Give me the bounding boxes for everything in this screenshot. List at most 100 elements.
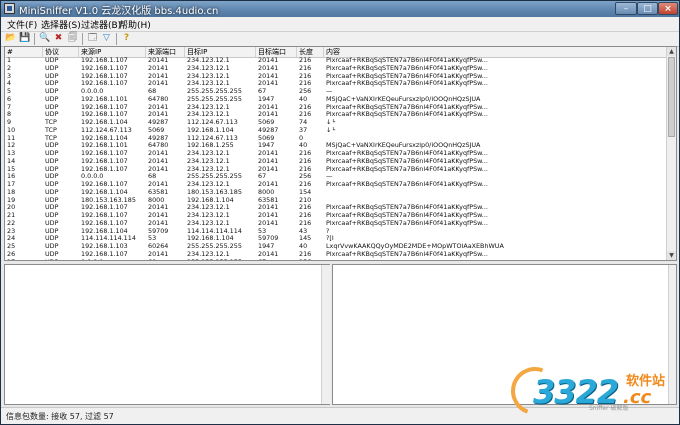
packet-list[interactable]: # 协议 来源IP 来源端口 目标IP 目标端口 长度 内容 1 UDP 192.1… [4, 46, 677, 261]
cell-index: 18 [7, 188, 16, 196]
cell-source-port: 60264 [148, 243, 169, 250]
table-row[interactable]: 8 UDP 192.168.1.107 20141 234.123.12.1 20141 2… [5, 111, 668, 119]
table-row[interactable]: 18 UDP 192.168.1.104 63581 180.153.163.185 80… [5, 189, 668, 197]
menu-help[interactable]: 帮助(H) [119, 18, 151, 31]
menu-filter[interactable]: 过滤器(B) [81, 18, 121, 31]
cell-length: 216 [299, 212, 312, 219]
cell-length: 216 [299, 150, 312, 157]
table-row[interactable]: 4 UDP 192.168.1.107 20141 234.123.12.1 20141 2… [5, 80, 668, 88]
filter-icon[interactable]: ▽ [101, 33, 112, 44]
table-row[interactable]: 6 UDP 192.168.1.101 64780 255.255.255.255 194… [5, 96, 668, 104]
table-row[interactable]: 2 UDP 192.168.1.107 20141 234.123.12.1 20141 2… [5, 65, 668, 73]
cell-source-port: 59709 [148, 227, 169, 235]
minimize-button[interactable]: – [615, 2, 637, 15]
clear-icon[interactable]: 🗐 [67, 33, 78, 44]
stop-capture-icon[interactable]: ✖ [53, 33, 64, 44]
help-icon[interactable]: ? [121, 33, 132, 44]
cell-protocol: UDP [45, 142, 59, 150]
save-icon[interactable]: 💾 [19, 33, 30, 44]
table-row[interactable]: 24 UDP 114.114.114.114 53 192.168.1.104 59709… [5, 235, 668, 243]
table-row[interactable]: 16 UDP 0.0.0.0 68 255.255.255.255 67 256 — [5, 173, 668, 181]
column-header-content[interactable]: 内容 [324, 47, 668, 57]
column-header-source-port[interactable]: 来源端口 [146, 47, 185, 57]
cell-dest-ip: 192.168.1.104 [187, 235, 234, 243]
table-row[interactable]: 27UDP0.0.0.068255.255.255.25567256— [5, 259, 668, 261]
cell-protocol: UDP [45, 188, 59, 196]
cell-length: 40 [299, 243, 308, 250]
table-row[interactable]: 25 UDP 192.168.1.103 60264 255.255.255.255 19… [5, 243, 668, 251]
cell-source-port: 68 [148, 173, 157, 181]
cell-length: 216 [299, 57, 312, 64]
table-row[interactable]: 19 UDP 180.153.163.185 8000 192.168.1.104 635… [5, 197, 668, 205]
table-row[interactable]: 12 UDP 192.168.1.101 64780 192.168.1.255 1947… [5, 142, 668, 150]
cell-index: 21 [7, 212, 16, 219]
cell-protocol: UDP [45, 157, 59, 165]
cell-dest-port: 20141 [258, 212, 279, 219]
table-row[interactable]: 21 UDP 192.168.1.107 20141 234.123.12.1 20141… [5, 212, 668, 220]
site-watermark: 3322 软件站 .cc Sniffer 破解版 [503, 359, 679, 423]
scroll-up-icon[interactable]: ▲ [667, 47, 676, 56]
cell-source-ip: 192.168.1.107 [81, 80, 128, 88]
cell-length: 216 [299, 181, 312, 188]
cell-length: 216 [299, 250, 312, 258]
cell-protocol: UDP [45, 196, 59, 204]
scroll-down-icon[interactable]: ▼ [667, 251, 676, 260]
close-button[interactable]: × [658, 2, 678, 15]
packet-detail-pane[interactable] [4, 264, 331, 405]
cell-index: 17 [7, 181, 16, 188]
packet-count-status: 信息包数量: 接收 57, 过滤 57 [6, 412, 114, 421]
column-header-dest-port[interactable]: 目标端口 [256, 47, 297, 57]
menu-file[interactable]: 文件(F) [7, 18, 37, 31]
detail-pane-scrollbar[interactable] [321, 265, 331, 404]
table-row[interactable]: 7 UDP 192.168.1.107 20141 234.123.12.1 20141 2… [5, 104, 668, 112]
cell-index: 5 [7, 88, 12, 95]
cell-length: 216 [299, 204, 312, 212]
cell-dest-port: 20141 [258, 150, 279, 157]
column-header-length[interactable]: 长度 [297, 47, 324, 57]
maximize-button[interactable]: □ [637, 2, 658, 15]
column-header-protocol[interactable]: 协议 [43, 47, 79, 57]
cell-dest-port: 1947 [258, 243, 275, 250]
menu-selector[interactable]: 选择器(S) [41, 18, 81, 31]
column-header-index[interactable]: # [5, 47, 43, 57]
column-header-dest-ip[interactable]: 目标IP [185, 47, 256, 57]
open-folder-icon[interactable]: 📂 [5, 33, 16, 44]
table-row[interactable]: 17 UDP 192.168.1.107 20141 234.123.12.1 20141… [5, 181, 668, 189]
table-row[interactable]: 26 UDP 192.168.1.107 20141 234.123.12.1 20141… [5, 251, 668, 259]
cell-index: 20 [7, 204, 16, 212]
table-row[interactable]: 20 UDP 192.168.1.107 20141 234.123.12.1 20141… [5, 204, 668, 212]
cell-source-ip: 0.0.0.0 [81, 88, 104, 95]
cell-content: ↓└ [326, 126, 336, 134]
cell-source-ip: 0.0.0.0 [81, 173, 104, 181]
cell-source-ip: 192.168.1.107 [81, 150, 128, 157]
cell-protocol: UDP [45, 173, 59, 181]
table-row[interactable]: 10 TCP 112.124.67.113 5069 192.168.1.104 4928… [5, 127, 668, 135]
search-icon[interactable]: 🔍 [39, 33, 50, 44]
table-row[interactable]: 14 UDP 192.168.1.107 20141 234.123.12.1 20141… [5, 158, 668, 166]
table-row[interactable]: 15 UDP 192.168.1.107 20141 234.123.12.1 20141… [5, 166, 668, 174]
cell-source-port: 64780 [148, 95, 169, 103]
table-row[interactable]: 1 UDP 192.168.1.107 20141 234.123.12.1 20141 2… [5, 57, 668, 65]
cell-index: 19 [7, 196, 16, 204]
table-row[interactable]: 23 UDP 192.168.1.104 59709 114.114.114.114 53… [5, 228, 668, 236]
cell-content: MSjQaC+VaNXIrKEQeuFursxzlp0/iOOQnHQzSJUA [326, 95, 481, 103]
cell-dest-ip: 255.255.255.255 [185, 259, 256, 261]
table-row[interactable]: 22 UDP 192.168.1.107 20141 234.123.12.1 20141… [5, 220, 668, 228]
column-header-source-ip[interactable]: 来源IP [79, 47, 146, 57]
cell-protocol: TCP [45, 134, 57, 142]
cell-length: 40 [299, 95, 308, 103]
cell-index: 22 [7, 219, 16, 227]
vertical-scrollbar[interactable]: ▲ ▼ [666, 47, 676, 260]
table-row[interactable]: 9 TCP 192.168.1.104 49287 112.124.67.113 5069… [5, 119, 668, 127]
cell-dest-ip: 192.168.1.104 [187, 196, 234, 204]
adapter-icon[interactable]: 🗔 [87, 33, 98, 44]
table-row[interactable]: 11 TCP 192.168.1.104 49287 112.124.67.113 506… [5, 135, 668, 143]
table-row[interactable]: 3 UDP 192.168.1.107 20141 234.123.12.1 20141 2… [5, 73, 668, 81]
table-row[interactable]: 13 UDP 192.168.1.107 20141 234.123.12.1 20141… [5, 150, 668, 158]
table-row[interactable]: 5 UDP 0.0.0.0 68 255.255.255.255 67 256 — [5, 88, 668, 96]
cell-content: MSjQaC+VaNXIrKEQeuFursxzlp0/iOOQnHQzSJUA [326, 142, 481, 150]
app-icon[interactable] [4, 3, 15, 14]
title-bar[interactable]: MiniSniffer V1.0 云龙汉化版 bbs.4udio.cn – □ … [1, 1, 679, 17]
scroll-thumb[interactable] [668, 57, 675, 137]
cell-protocol: UDP [45, 243, 59, 250]
